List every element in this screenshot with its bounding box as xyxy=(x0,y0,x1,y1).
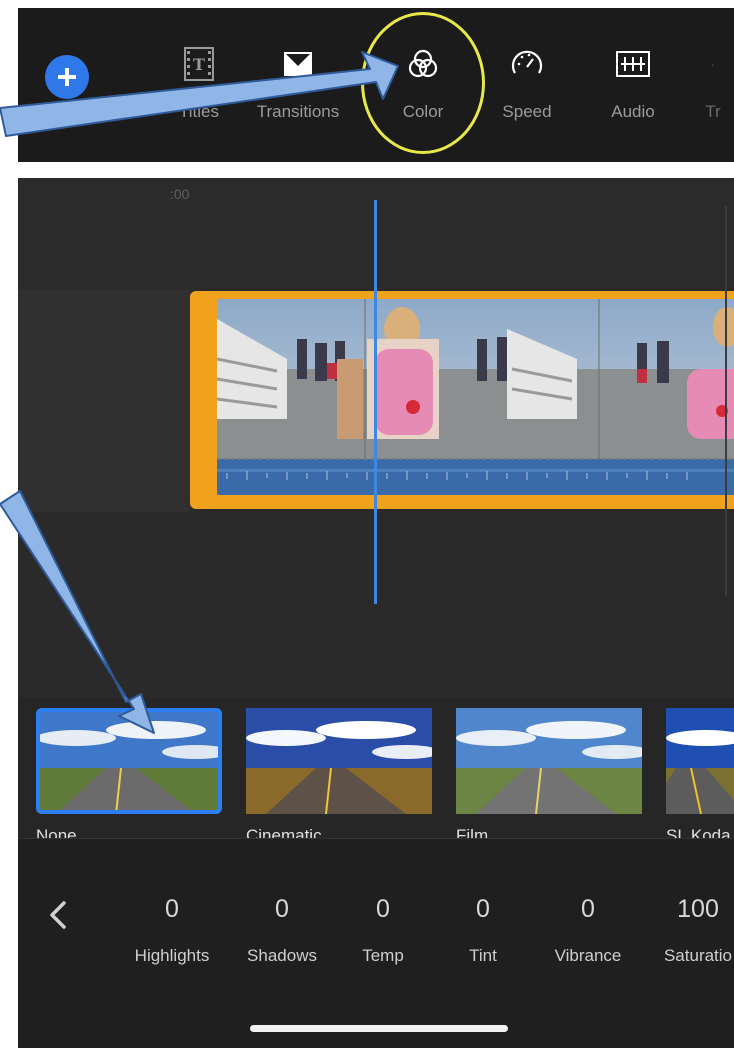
speed-icon xyxy=(511,50,543,74)
clip-thumbnails xyxy=(217,299,734,495)
adjust-value: 0 xyxy=(165,895,179,923)
adjust-label: Vibrance xyxy=(554,946,622,965)
audio-icon xyxy=(616,51,650,77)
highlight-circle-annotation xyxy=(361,12,485,154)
tool-label: Tr xyxy=(705,102,721,121)
color-adjustments-panel: 0 Highlights 0 Shadows 0 Temp 0 Tint 0 V… xyxy=(18,838,734,1048)
track-empty-area xyxy=(18,290,190,512)
playhead[interactable] xyxy=(374,200,377,604)
back-button[interactable] xyxy=(44,895,74,935)
tool-speed[interactable]: Speed xyxy=(472,44,582,122)
svg-text:T: T xyxy=(193,55,205,74)
home-indicator xyxy=(250,1025,508,1032)
tool-label: Transitions xyxy=(256,102,340,121)
chevron-left-icon xyxy=(50,901,66,929)
adjust-label: Tint xyxy=(469,946,497,965)
timeline-panel[interactable]: :00 xyxy=(18,178,734,698)
adjust-vibrance[interactable]: 0 Vibrance xyxy=(528,895,648,966)
filter-name: Film xyxy=(456,826,489,838)
filter-name: None xyxy=(36,826,77,838)
adjust-saturation[interactable]: 100 Saturatio xyxy=(638,895,734,966)
adjust-value: 100 xyxy=(677,895,719,923)
timecode-label: :00 xyxy=(170,186,190,202)
plus-icon xyxy=(58,68,76,86)
timeline-scrollbar[interactable] xyxy=(725,206,727,596)
filter-thumb-none[interactable] xyxy=(36,708,222,814)
adjust-highlights[interactable]: 0 Highlights xyxy=(112,895,232,966)
transitions-icon xyxy=(284,52,312,76)
tool-label: Speed xyxy=(502,102,552,121)
tool-label: Titles xyxy=(179,102,219,121)
tool-trim[interactable]: · Tr xyxy=(658,44,734,122)
tool-titles[interactable]: T Titles xyxy=(144,44,254,122)
adjust-label: Highlights xyxy=(134,946,210,965)
adjust-tint[interactable]: 0 Tint xyxy=(423,895,543,966)
adjust-value: 0 xyxy=(581,895,595,923)
filter-thumb-film[interactable] xyxy=(456,708,642,814)
trim-icon: · xyxy=(710,56,716,72)
filter-presets-strip: None Cinematic Film SL Koda xyxy=(18,698,734,838)
add-media-button[interactable] xyxy=(45,55,89,99)
filter-thumb-cinematic[interactable] xyxy=(246,708,432,814)
adjust-value: 0 xyxy=(476,895,490,923)
video-clip[interactable] xyxy=(190,291,734,509)
editor-toolbar: T Titles Transitions Color Speed Audio ·… xyxy=(18,8,734,162)
filter-name: SL Koda xyxy=(666,826,731,838)
adjust-label: Saturatio xyxy=(663,946,733,965)
titles-icon: T xyxy=(184,47,214,81)
filter-thumb-sl-koda[interactable] xyxy=(666,708,734,814)
tool-transitions[interactable]: Transitions xyxy=(243,44,353,122)
filter-name: Cinematic xyxy=(246,826,322,838)
